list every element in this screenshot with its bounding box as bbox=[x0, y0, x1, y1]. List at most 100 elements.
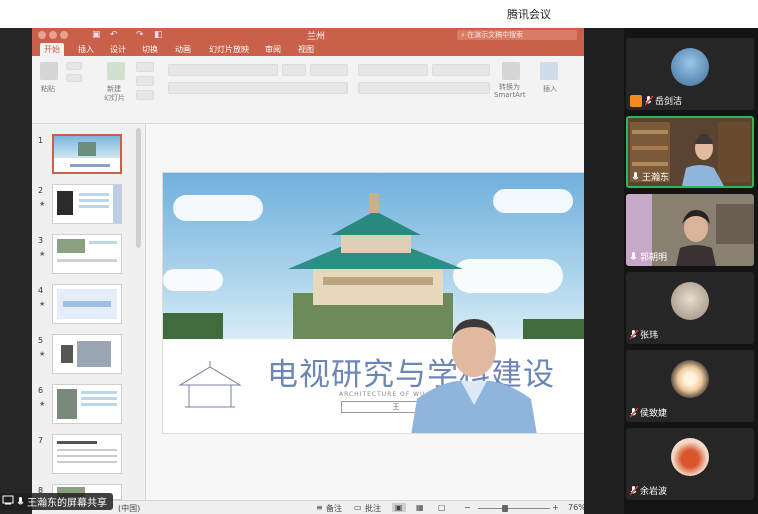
zoom-slider[interactable] bbox=[478, 508, 550, 509]
thumb-star: ★ bbox=[39, 350, 46, 358]
zoom-out-icon[interactable]: − bbox=[464, 503, 471, 512]
reset-button[interactable] bbox=[136, 76, 154, 86]
alignment-buttons[interactable] bbox=[358, 82, 490, 94]
search-placeholder: 在演示文稿中搜索 bbox=[467, 31, 524, 39]
participant-tile-active-speaker[interactable]: 王瀚东 bbox=[626, 116, 754, 188]
slide-thumbnail-5[interactable] bbox=[52, 334, 122, 374]
language-indicator[interactable]: (中国) bbox=[118, 503, 140, 514]
ribbon-toolbar: 粘贴 新建 幻灯片 转换为 SmartArt 插入 bbox=[32, 56, 584, 124]
tab-insert[interactable]: 插入 bbox=[78, 44, 94, 55]
slide-thumbnail-pane[interactable]: 1 2 ★ 3 ★ 4 ★ 5 ★ 6 ★ 7 8 bbox=[32, 124, 146, 500]
smartart-icon[interactable] bbox=[502, 62, 520, 80]
participant-name: 郭朝明 bbox=[640, 253, 668, 263]
font-size-select[interactable] bbox=[282, 64, 306, 76]
screen-share-label: 王瀚东的屏幕共享 bbox=[27, 498, 107, 509]
search-input[interactable]: ⌕ 在演示文稿中搜索 bbox=[457, 30, 577, 40]
smartart-label-2[interactable]: SmartArt bbox=[494, 91, 526, 99]
current-slide[interactable]: 电视研究与学科建设 ARCHITECTURE OF WU 王 bbox=[162, 172, 584, 434]
paste-icon[interactable] bbox=[40, 62, 58, 80]
zoom-slider-handle[interactable] bbox=[502, 505, 508, 512]
slide-thumbnail-2[interactable] bbox=[52, 184, 122, 224]
zoom-in-icon[interactable]: + bbox=[552, 503, 559, 512]
close-window-button[interactable] bbox=[38, 31, 46, 39]
tab-animations[interactable]: 动画 bbox=[175, 44, 191, 55]
ppt-title-bar: ▣ ↶ ↷ ◧ 兰州 ⌕ 在演示文稿中搜索 bbox=[32, 28, 584, 42]
slide-thumbnail-7[interactable] bbox=[52, 434, 122, 474]
microphone-muted-icon bbox=[630, 485, 639, 496]
slide-thumbnail-3[interactable] bbox=[52, 234, 122, 274]
thumb-star: ★ bbox=[39, 300, 46, 308]
slide-sorter-icon[interactable]: ▦ bbox=[416, 503, 424, 512]
ribbon-tabs: 开始 插入 设计 切换 动画 幻灯片放映 审阅 视图 bbox=[32, 42, 584, 56]
participant-tile[interactable]: 侯致婕 bbox=[626, 350, 754, 422]
thumb-number: 5 bbox=[38, 336, 44, 345]
participant-tile[interactable]: 岳剑洁 bbox=[626, 38, 754, 110]
tab-slideshow[interactable]: 幻灯片放映 bbox=[209, 44, 249, 55]
thumb-star: ★ bbox=[39, 200, 46, 208]
insert-label[interactable]: 插入 bbox=[543, 84, 557, 94]
thumb-star: ★ bbox=[39, 400, 46, 408]
slide-thumbnail-4[interactable] bbox=[52, 284, 122, 324]
comments-icon[interactable]: ▭ bbox=[354, 503, 362, 512]
avatar bbox=[671, 360, 709, 398]
slideshow-icon[interactable]: ◧ bbox=[154, 30, 163, 40]
thumb-star: ★ bbox=[39, 250, 46, 258]
microphone-icon bbox=[17, 496, 24, 507]
zoom-level[interactable]: 76% bbox=[568, 503, 584, 512]
slide-editor[interactable]: 电视研究与学科建设 ARCHITECTURE OF WU 王 bbox=[146, 124, 584, 500]
reading-view-icon[interactable]: ▢ bbox=[438, 503, 446, 512]
paste-label[interactable]: 粘贴 bbox=[41, 84, 55, 94]
new-slide-icon[interactable] bbox=[107, 62, 125, 80]
minimize-window-button[interactable] bbox=[49, 31, 57, 39]
thumb-number: 3 bbox=[38, 236, 44, 245]
notes-button[interactable]: 备注 bbox=[326, 503, 342, 514]
font-format-buttons[interactable] bbox=[168, 82, 348, 94]
tab-home[interactable]: 开始 bbox=[40, 43, 64, 56]
comments-button[interactable]: 批注 bbox=[365, 503, 381, 514]
slide-thumbnail-1[interactable] bbox=[52, 134, 122, 174]
participant-tile[interactable]: 郭朝明 bbox=[626, 194, 754, 266]
left-margin bbox=[0, 28, 32, 514]
new-slide-label-2[interactable]: 幻灯片 bbox=[104, 93, 125, 103]
screen-share-indicator: 王瀚东的屏幕共享 bbox=[0, 493, 113, 510]
save-icon[interactable]: ▣ bbox=[92, 30, 101, 40]
font-family-select[interactable] bbox=[168, 64, 278, 76]
participant-name-tag: 郭朝明 bbox=[630, 250, 667, 263]
maximize-window-button[interactable] bbox=[60, 31, 68, 39]
list-buttons[interactable] bbox=[358, 64, 428, 76]
avatar bbox=[671, 48, 709, 86]
section-button[interactable] bbox=[136, 90, 154, 100]
slide-thumbnail-6[interactable] bbox=[52, 384, 122, 424]
ppt-status-bar: (中国) ≡ 备注 ▭ 批注 ▣ ▦ ▢ − + 76% bbox=[32, 500, 584, 514]
participant-tile[interactable]: 张玮 bbox=[626, 272, 754, 344]
participant-name-tag: 侯致婕 bbox=[630, 406, 667, 419]
tab-design[interactable]: 设计 bbox=[110, 44, 126, 55]
participant-tile[interactable]: 余岩波 bbox=[626, 428, 754, 500]
undo-icon[interactable]: ↶ bbox=[110, 30, 118, 40]
notes-icon[interactable]: ≡ bbox=[316, 503, 323, 512]
tab-view[interactable]: 视图 bbox=[298, 44, 314, 55]
tab-transitions[interactable]: 切换 bbox=[142, 44, 158, 55]
layout-button[interactable] bbox=[136, 62, 154, 72]
meeting-title-bar: 腾讯会议 bbox=[0, 0, 758, 28]
app-title: 腾讯会议 bbox=[507, 8, 551, 21]
participant-name: 侯致婕 bbox=[640, 409, 668, 419]
insert-shape-icon[interactable] bbox=[540, 62, 558, 80]
cut-icon[interactable] bbox=[66, 62, 82, 70]
avatar bbox=[671, 282, 709, 320]
participant-name: 王瀚东 bbox=[642, 173, 670, 183]
normal-view-icon[interactable]: ▣ bbox=[392, 503, 406, 512]
text-direction-buttons[interactable] bbox=[432, 64, 490, 76]
participant-name: 张玮 bbox=[640, 331, 659, 341]
participant-name-tag: 王瀚东 bbox=[632, 170, 669, 183]
microphone-muted-icon bbox=[645, 95, 654, 106]
shared-screen[interactable]: ▣ ↶ ↷ ◧ 兰州 ⌕ 在演示文稿中搜索 开始 插入 设计 切换 动画 幻灯片… bbox=[32, 28, 584, 514]
redo-icon[interactable]: ↷ bbox=[136, 30, 144, 40]
copy-icon[interactable] bbox=[66, 74, 82, 82]
tab-review[interactable]: 审阅 bbox=[265, 44, 281, 55]
font-grow-buttons[interactable] bbox=[310, 64, 348, 76]
meeting-window: 腾讯会议 ▣ ↶ ↷ ◧ 兰州 ⌕ 在演示文稿中搜索 开始 插入 设计 切换 动… bbox=[0, 0, 758, 514]
thumb-number: 6 bbox=[38, 386, 44, 395]
thumbnail-scrollbar[interactable] bbox=[136, 128, 141, 248]
building-sketch-icon bbox=[178, 361, 242, 408]
